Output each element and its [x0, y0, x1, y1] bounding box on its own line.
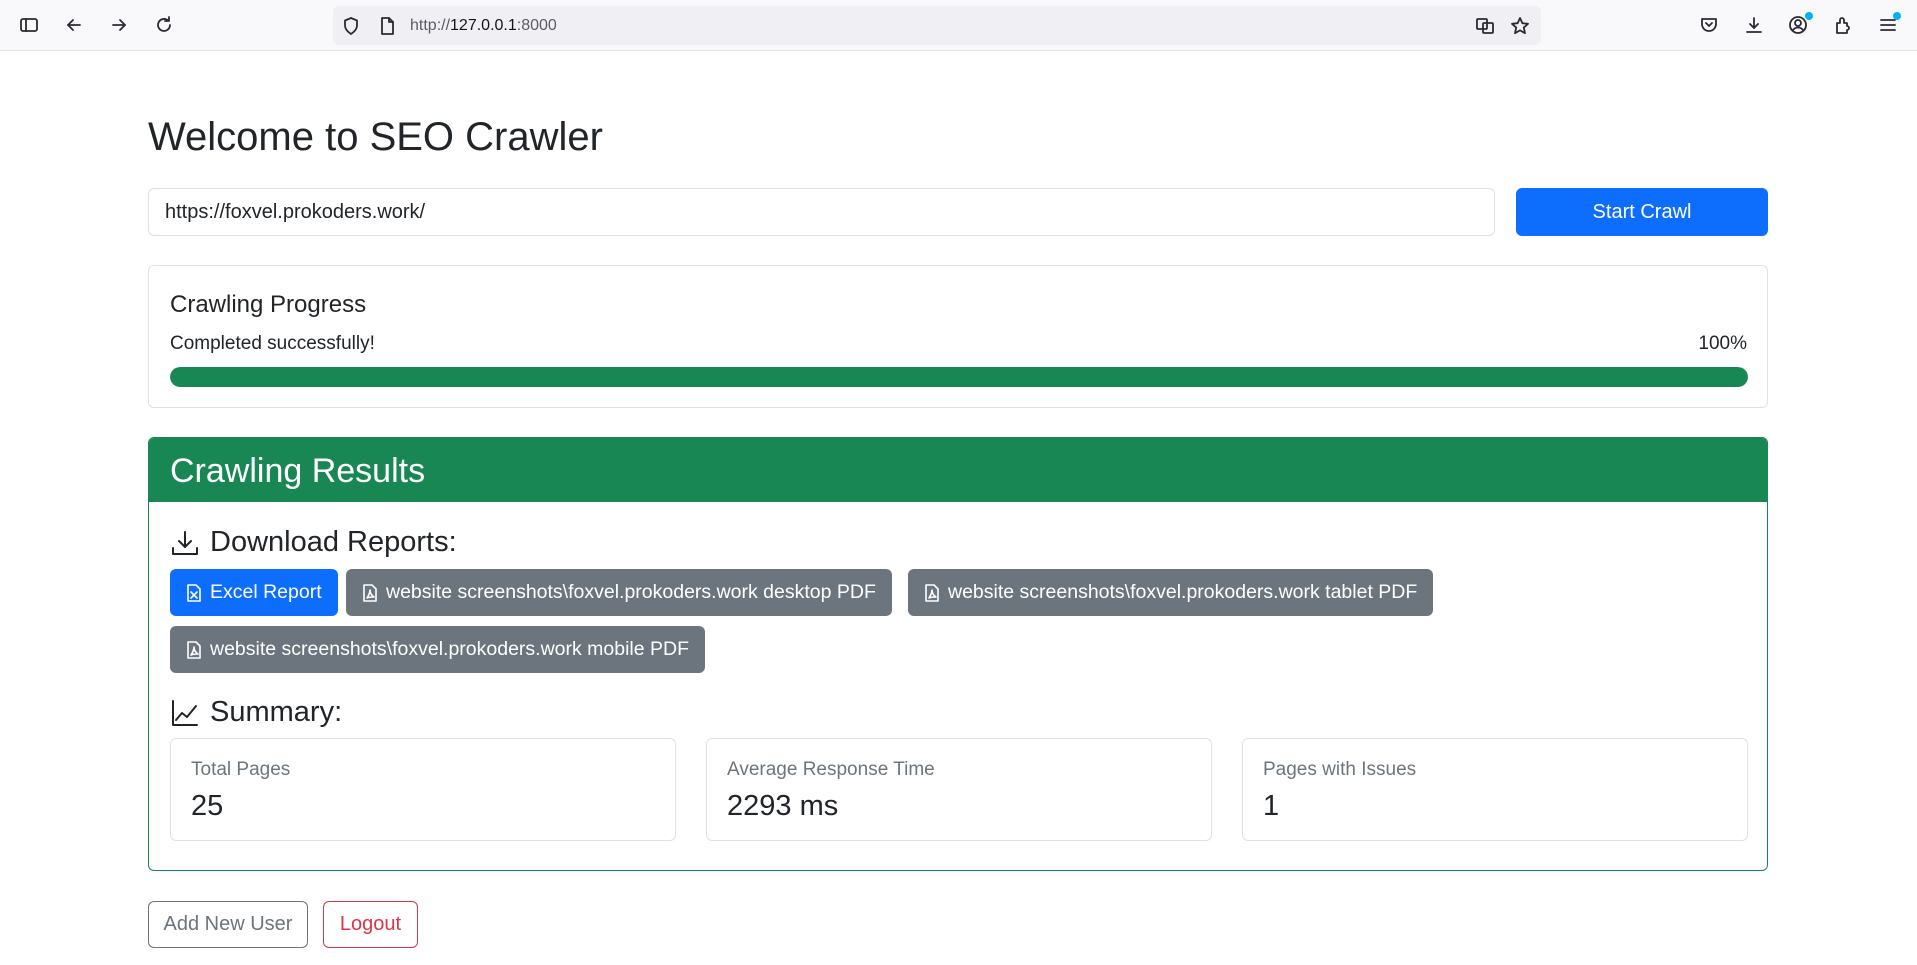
file-excel-icon [187, 583, 201, 602]
mobile-pdf-button[interactable]: website screenshots\foxvel.prokoders.wor… [170, 626, 706, 673]
sidebar-toggle-icon[interactable] [17, 13, 41, 37]
menu-badge [1893, 12, 1901, 20]
file-pdf-icon [925, 583, 939, 602]
stat-average-response-time: Average Response Time 2293 ms [706, 738, 1212, 841]
progress-bar [170, 367, 1748, 387]
results-card: Crawling Results Download Reports: Excel… [148, 437, 1768, 871]
account-badge [1805, 12, 1813, 20]
progress-percent: 100% [1698, 333, 1747, 354]
tablet-pdf-label: website screenshots\foxvel.prokoders.wor… [948, 581, 1418, 603]
mobile-pdf-label: website screenshots\foxvel.prokoders.wor… [210, 638, 690, 660]
start-crawl-button[interactable]: Start Crawl [1516, 188, 1768, 236]
url-scheme: http:// [410, 17, 451, 34]
bookmark-star-icon[interactable] [1508, 14, 1532, 38]
reload-icon[interactable] [152, 13, 176, 37]
stat-label: Total Pages [191, 759, 291, 780]
summary-heading: Summary: [170, 696, 342, 729]
summary-heading-label: Summary: [210, 696, 343, 728]
forward-icon[interactable] [107, 13, 131, 37]
results-header: Crawling Results [149, 438, 1767, 502]
stat-label: Pages with Issues [1263, 759, 1417, 780]
graph-up-icon [172, 699, 198, 726]
translate-icon[interactable] [1473, 14, 1497, 38]
excel-report-label: Excel Report [210, 581, 322, 603]
page-info-icon[interactable] [375, 14, 399, 38]
file-pdf-icon [187, 640, 201, 659]
desktop-pdf-label: website screenshots\foxvel.prokoders.wor… [386, 581, 876, 603]
results-title: Crawling Results [170, 452, 426, 490]
download-icon [172, 530, 198, 555]
desktop-pdf-button[interactable]: website screenshots\foxvel.prokoders.wor… [346, 569, 892, 616]
excel-report-button[interactable]: Excel Report [170, 569, 338, 616]
stat-value: 25 [191, 790, 224, 822]
page-title: Welcome to SEO Crawler [148, 115, 603, 159]
back-icon[interactable] [62, 13, 86, 37]
tablet-pdf-button[interactable]: website screenshots\foxvel.prokoders.wor… [908, 569, 1434, 616]
downloads-icon[interactable] [1742, 13, 1766, 37]
address-bar[interactable]: http://127.0.0.1:8000 [333, 6, 1541, 45]
progress-title: Crawling Progress [170, 291, 367, 318]
stat-value: 2293 ms [727, 790, 839, 822]
shield-icon[interactable] [339, 14, 363, 38]
stat-pages-with-issues: Pages with Issues 1 [1242, 738, 1748, 841]
logout-button[interactable]: Logout [323, 901, 418, 948]
file-pdf-icon [363, 583, 377, 602]
url-input[interactable] [148, 188, 1495, 236]
progress-card: Crawling Progress Completed successfully… [148, 265, 1768, 408]
extensions-icon[interactable] [1831, 13, 1855, 37]
url-host: 127.0.0.1 [450, 17, 517, 34]
stat-value: 1 [1263, 790, 1280, 822]
stat-total-pages: Total Pages 25 [170, 738, 676, 841]
url-port: :8000 [516, 17, 557, 34]
stat-label: Average Response Time [727, 759, 935, 780]
browser-toolbar: http://127.0.0.1:8000 [0, 0, 1917, 51]
pocket-icon[interactable] [1697, 13, 1721, 37]
downloads-heading-label: Download Reports: [210, 526, 457, 558]
progress-fill [170, 367, 1748, 387]
url-text: http://127.0.0.1:8000 [410, 17, 557, 35]
downloads-heading: Download Reports: [170, 526, 457, 559]
progress-status: Completed successfully! [170, 333, 375, 354]
add-new-user-button[interactable]: Add New User [148, 901, 308, 948]
